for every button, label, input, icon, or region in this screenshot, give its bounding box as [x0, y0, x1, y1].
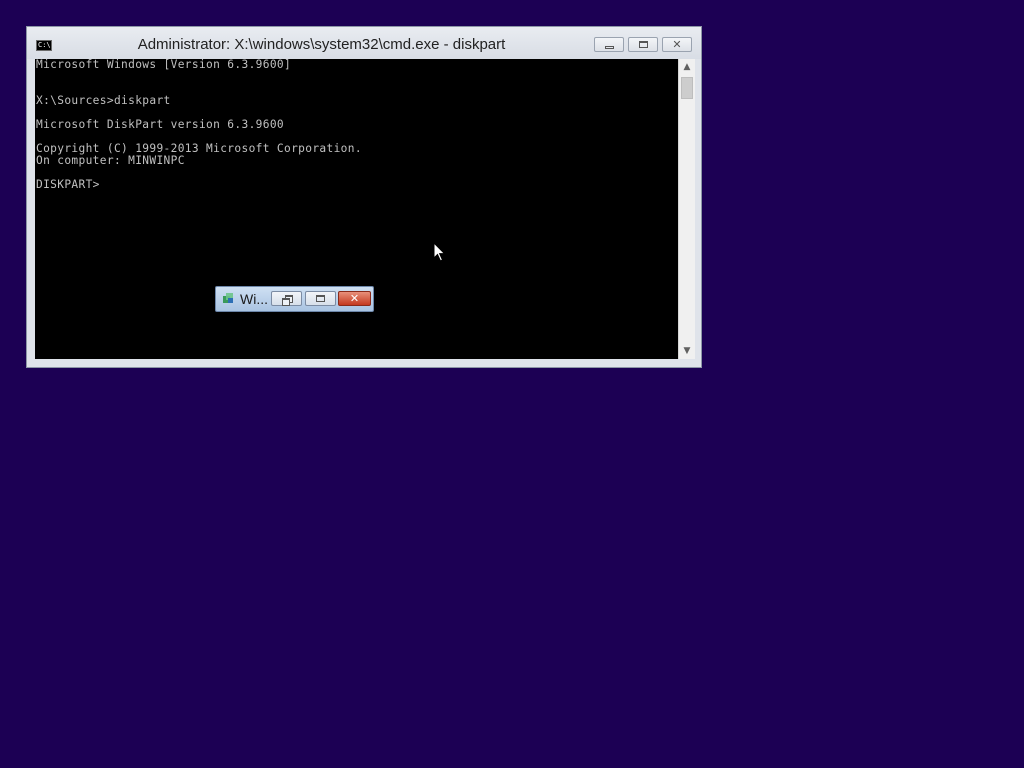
maximize-icon [638, 41, 648, 48]
close-button[interactable]: ✕ [338, 291, 371, 306]
scroll-down-icon[interactable]: ▼ [679, 343, 695, 359]
minimized-setup-window[interactable]: Wi... ✕ [215, 286, 374, 312]
maximize-button[interactable] [628, 37, 658, 52]
minimize-icon [604, 45, 614, 49]
window-title: Administrator: X:\windows\system32\cmd.e… [137, 36, 506, 53]
maximize-icon [316, 295, 325, 302]
title-bar[interactable]: C:\. Administrator: X:\windows\system32\… [27, 27, 701, 59]
setup-icon [223, 293, 233, 303]
minimized-window-title: Wi... [240, 291, 268, 307]
console-output[interactable]: Microsoft Windows [Version 6.3.9600] X:\… [35, 59, 678, 359]
mouse-cursor-icon [433, 242, 446, 262]
minimize-button[interactable] [594, 37, 624, 52]
scroll-up-icon[interactable]: ▲ [679, 59, 695, 75]
close-icon: ✕ [349, 292, 360, 305]
cmd-icon[interactable]: C:\. [36, 40, 52, 51]
scroll-thumb[interactable] [681, 77, 693, 99]
vertical-scrollbar[interactable]: ▲ ▼ [678, 59, 695, 359]
restore-icon [281, 294, 293, 306]
console-line: On computer: MINWINPC [36, 154, 185, 167]
restore-button[interactable] [271, 291, 302, 306]
maximize-button[interactable] [305, 291, 336, 306]
console-line: X:\Sources>diskpart [36, 94, 171, 107]
close-button[interactable]: ✕ [662, 37, 692, 52]
console-line: Microsoft DiskPart version 6.3.9600 [36, 118, 284, 131]
cmd-window[interactable]: C:\. Administrator: X:\windows\system32\… [26, 26, 702, 368]
console-line: Microsoft Windows [Version 6.3.9600] [36, 59, 292, 71]
console-prompt[interactable]: DISKPART> [36, 179, 100, 191]
close-icon: ✕ [672, 38, 682, 51]
